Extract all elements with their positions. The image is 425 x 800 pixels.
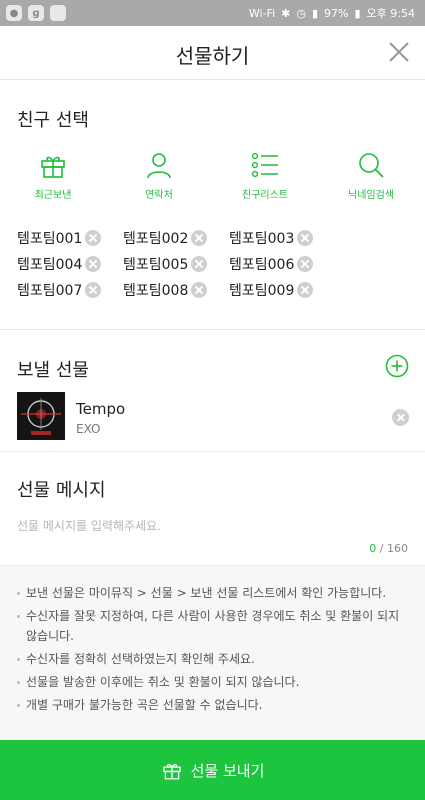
recipient-chip: 템포팀006 <box>229 254 314 274</box>
message-char-max: / 160 <box>379 542 408 555</box>
recipient-chip: 템포팀009 <box>229 280 314 300</box>
remove-recipient-icon[interactable] <box>191 256 208 272</box>
recipient-chip: 템포팀002 <box>123 228 208 248</box>
app-notification-icon: g <box>28 5 44 21</box>
battery-icon: ▮ <box>354 6 361 20</box>
notice-item: 보낸 선물은 마이뮤직 > 선물 > 보낸 선물 리스트에서 확인 가능합니다. <box>16 583 411 603</box>
message-char-count: 0 <box>369 542 377 555</box>
search-icon <box>359 153 384 178</box>
app-notification-icon <box>50 5 66 21</box>
message-section: 선물 메시지 0 / 160 <box>0 452 425 564</box>
recipient-chip: 템포팀003 <box>229 228 314 248</box>
recipient-chip: 템포팀001 <box>17 228 102 248</box>
gift-section: 보낼 선물 Tempo EXO <box>0 330 425 452</box>
remove-recipient-icon[interactable] <box>297 282 314 298</box>
signal-icon: ▮ <box>311 6 319 20</box>
remove-recipient-icon[interactable] <box>297 256 314 272</box>
message-section-title: 선물 메시지 <box>17 480 106 501</box>
send-gift-button[interactable]: 선물 보내기 <box>0 740 425 800</box>
remove-recipient-icon[interactable] <box>85 256 102 272</box>
notice-item: 선물을 발송한 이후에는 취소 및 환불이 되지 않습니다. <box>16 672 411 692</box>
status-notification-icons: ● g <box>6 5 66 21</box>
remove-recipient-icon[interactable] <box>85 282 102 298</box>
message-input[interactable] <box>17 516 409 536</box>
alarm-icon: ◷ <box>296 6 306 20</box>
tab-nickname-search-label: 닉네임검색 <box>348 190 394 201</box>
app-notification-icon: ● <box>6 5 22 21</box>
gift-section-title: 보낼 선물 <box>17 360 89 381</box>
recipient-chip: 템포팀008 <box>123 280 208 300</box>
add-gift-icon[interactable] <box>385 354 409 378</box>
list-icon <box>251 152 278 178</box>
notice-box: 보낸 선물은 마이뮤직 > 선물 > 보낸 선물 리스트에서 확인 가능합니다.… <box>0 565 425 740</box>
page-title: 선물하기 <box>175 44 250 68</box>
recipient-name: 템포팀006 <box>229 257 295 273</box>
notice-item: 개별 구매가 불가능한 곡은 선물할 수 없습니다. <box>16 695 411 715</box>
remove-recipient-icon[interactable] <box>191 230 208 246</box>
send-gift-label: 선물 보내기 <box>190 761 265 780</box>
recipient-chip: 템포팀005 <box>123 254 208 274</box>
gift-icon <box>41 156 65 178</box>
notice-item: 수신자를 정확히 선택하였는지 확인해 주세요. <box>16 649 411 669</box>
gift-icon <box>162 763 181 780</box>
close-icon[interactable] <box>387 40 411 64</box>
message-char-counter: 0 / 160 <box>369 542 408 555</box>
tab-contacts-label: 연락처 <box>145 190 173 201</box>
status-system-icons: Wi-Fi ✱ ◷ ▮ 97% ▮ 오후 9:54 <box>249 5 415 21</box>
wifi-text: Wi-Fi <box>248 6 276 20</box>
song-artist: EXO <box>76 422 101 436</box>
friend-select-section: 친구 선택 최근보낸 연락처 친구리스트 닉네임검색 템포팀001 템포팀002… <box>0 80 425 330</box>
app-header: 선물하기 <box>0 26 425 80</box>
tab-nickname-search[interactable]: 닉네임검색 <box>318 150 424 201</box>
tab-recent-label: 최근보낸 <box>34 190 72 201</box>
tab-friend-list[interactable]: 친구리스트 <box>212 150 318 201</box>
tab-contacts[interactable]: 연락처 <box>106 150 212 201</box>
remove-recipient-icon[interactable] <box>191 282 208 298</box>
recipient-name: 템포팀003 <box>229 231 295 247</box>
battery-percent: 97% <box>324 6 349 20</box>
recipient-name: 템포팀008 <box>123 283 189 299</box>
recipient-chip: 템포팀007 <box>17 280 102 300</box>
clock: 오후 9:54 <box>366 7 415 20</box>
person-icon <box>147 153 171 179</box>
remove-recipient-icon[interactable] <box>297 230 314 246</box>
album-art <box>17 392 65 440</box>
status-bar: ● g Wi-Fi ✱ ◷ ▮ 97% ▮ 오후 9:54 <box>0 0 425 26</box>
recipient-chip: 템포팀004 <box>17 254 102 274</box>
notice-item: 수신자를 잘못 지정하여, 다른 사람이 사용한 경우에도 취소 및 환불이 되… <box>16 606 411 646</box>
tab-recent[interactable]: 최근보낸 <box>0 150 106 201</box>
remove-song-icon[interactable] <box>392 409 409 426</box>
remove-recipient-icon[interactable] <box>85 230 102 246</box>
recipient-name: 템포팀002 <box>123 231 189 247</box>
recipient-name: 템포팀004 <box>17 257 83 273</box>
friend-select-title: 친구 선택 <box>17 110 89 131</box>
song-title: Tempo <box>76 400 126 418</box>
album-cover-image <box>17 392 65 440</box>
bluetooth-icon: ✱ <box>281 6 291 20</box>
recipient-name: 템포팀001 <box>17 231 83 247</box>
tab-friend-list-label: 친구리스트 <box>242 190 288 201</box>
recipient-name: 템포팀007 <box>17 283 83 299</box>
recipient-name: 템포팀005 <box>123 257 189 273</box>
recipient-name: 템포팀009 <box>229 283 295 299</box>
